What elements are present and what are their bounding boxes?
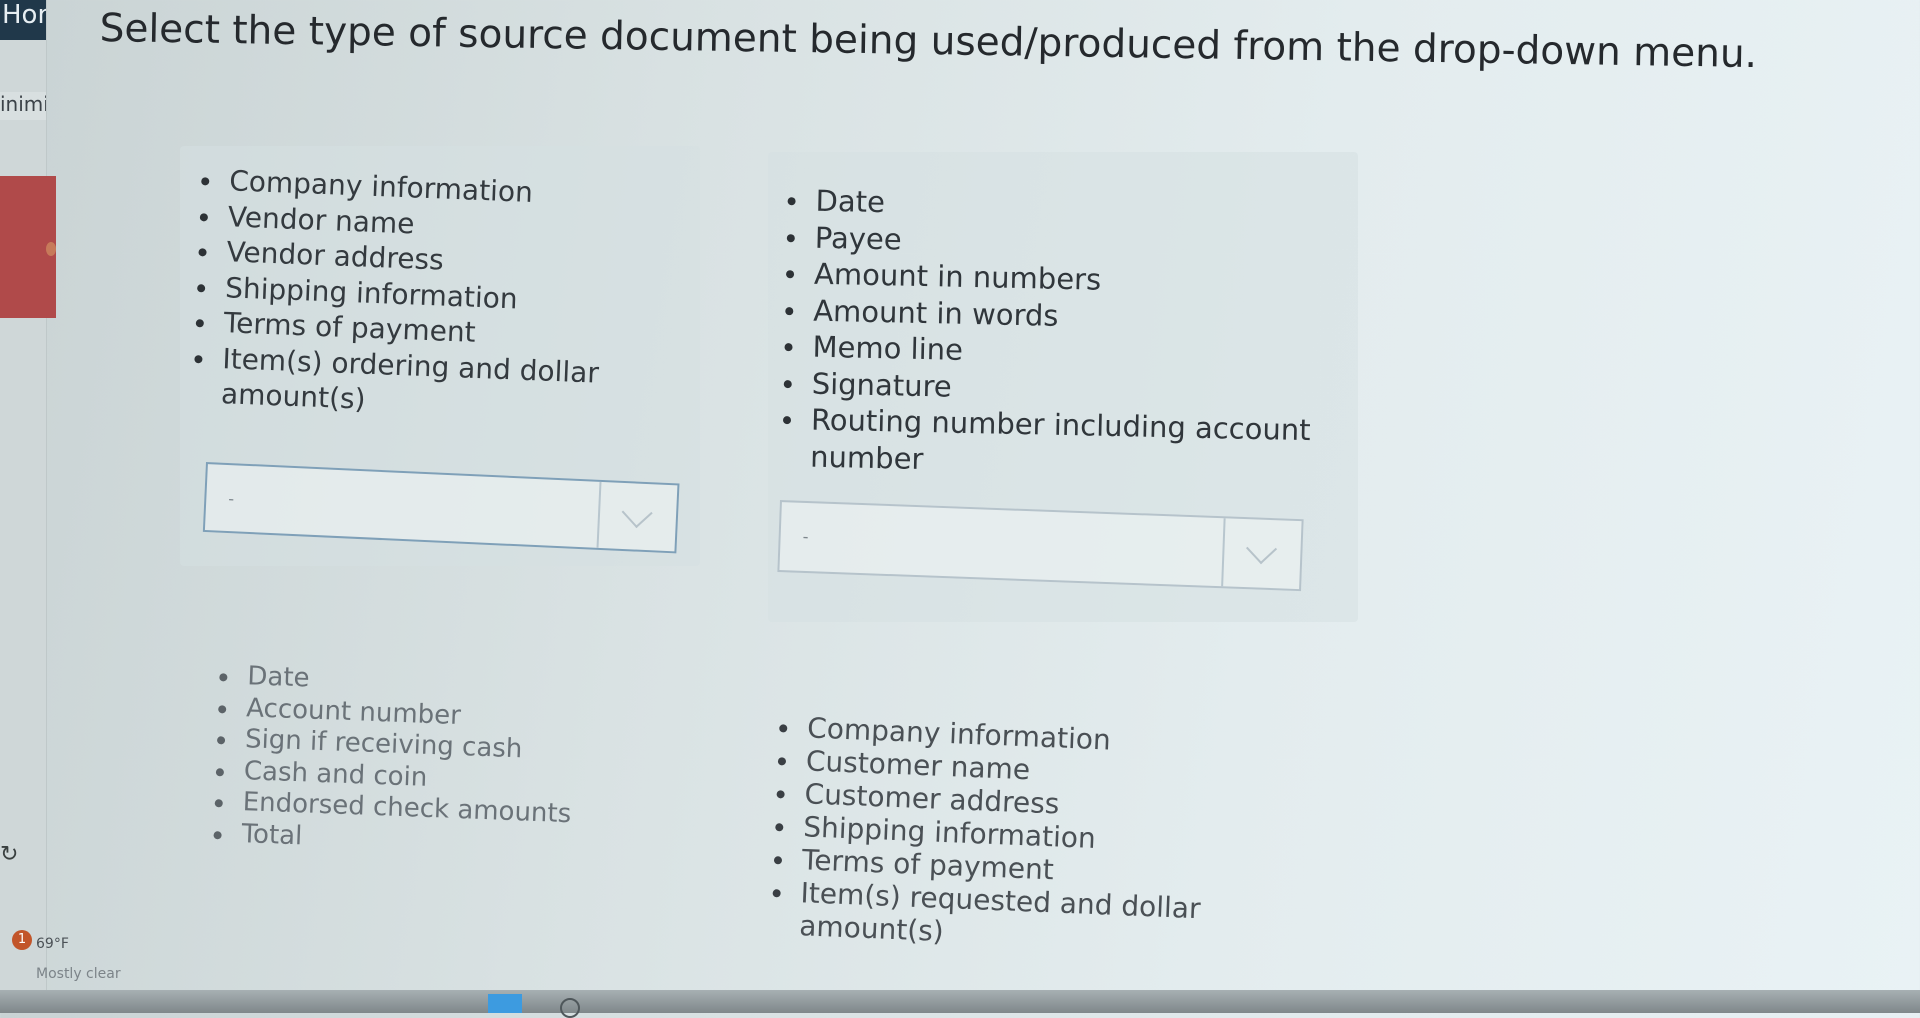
- item-group-1: Company information Vendor name Vendor a…: [186, 162, 606, 426]
- minimize-tab[interactable]: inimiz: [0, 92, 46, 120]
- item-group-4: Company information Customer name Custom…: [765, 710, 1208, 958]
- windows-start-icon[interactable]: [488, 994, 522, 1013]
- item-group-2: Date Payee Amount in numbers Amount in w…: [776, 182, 1316, 485]
- item-list: Company information Customer name Custom…: [765, 710, 1208, 958]
- item-group-3: Date Account number Sign if receiving ca…: [207, 660, 576, 862]
- weather-widget[interactable]: 1 69°F Mostly clear: [4, 930, 144, 990]
- list-item: Routing number including account number: [776, 401, 1311, 485]
- item-list: Company information Vendor name Vendor a…: [186, 162, 606, 426]
- dropdown-value: -: [227, 489, 235, 509]
- item-list: Date Payee Amount in numbers Amount in w…: [776, 182, 1316, 485]
- search-icon[interactable]: [560, 998, 580, 1018]
- temperature-label: 69°F: [36, 936, 69, 952]
- refresh-icon[interactable]: ↻: [0, 842, 20, 867]
- chevron-down-icon: [621, 497, 653, 529]
- home-tab[interactable]: Hon: [0, 0, 46, 40]
- chevron-down-icon: [1245, 533, 1278, 565]
- taskbar: [0, 990, 1920, 1013]
- weather-alert-badge: 1: [12, 930, 32, 950]
- item-list: Date Account number Sign if receiving ca…: [207, 660, 576, 862]
- dropdown-button[interactable]: [1221, 518, 1302, 590]
- collapse-handle-icon: [46, 242, 56, 256]
- dropdown-value: -: [802, 526, 809, 547]
- dropdown-button[interactable]: [596, 481, 678, 552]
- weather-condition-label: Mostly clear: [36, 966, 121, 982]
- question-prompt: Select the type of source document being…: [99, 6, 1758, 78]
- side-panel-button[interactable]: [0, 176, 56, 318]
